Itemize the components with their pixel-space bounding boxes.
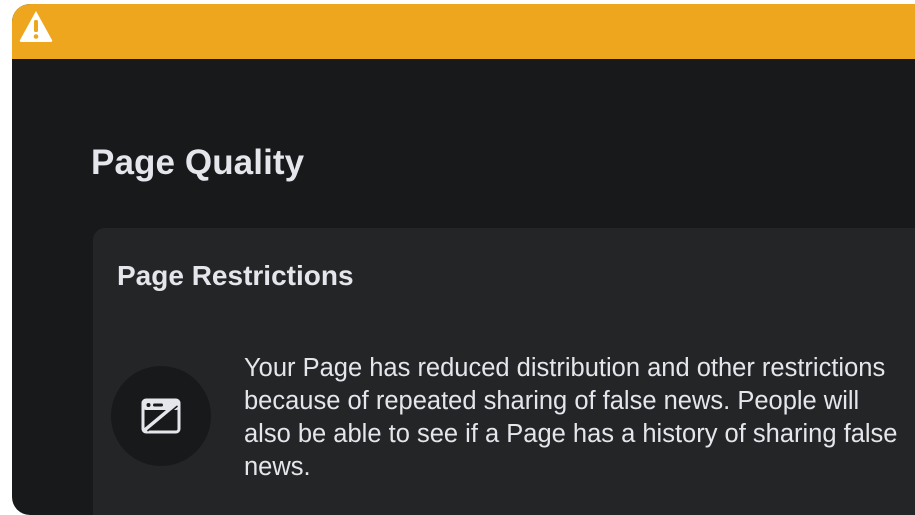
page-quality-panel: Page Quality Page Restrictions Your Page…: [12, 4, 915, 515]
warning-banner: [12, 4, 915, 59]
restricted-page-icon-container: [111, 366, 211, 466]
warning-triangle-icon: [18, 9, 54, 43]
card-title: Page Restrictions: [117, 260, 354, 291]
restricted-page-icon: [141, 398, 181, 434]
page-restrictions-card: Page Restrictions Your Page has reduced …: [93, 228, 915, 515]
page-title: Page Quality: [91, 143, 305, 182]
restriction-description: Your Page has reduced distribution and o…: [244, 354, 898, 481]
